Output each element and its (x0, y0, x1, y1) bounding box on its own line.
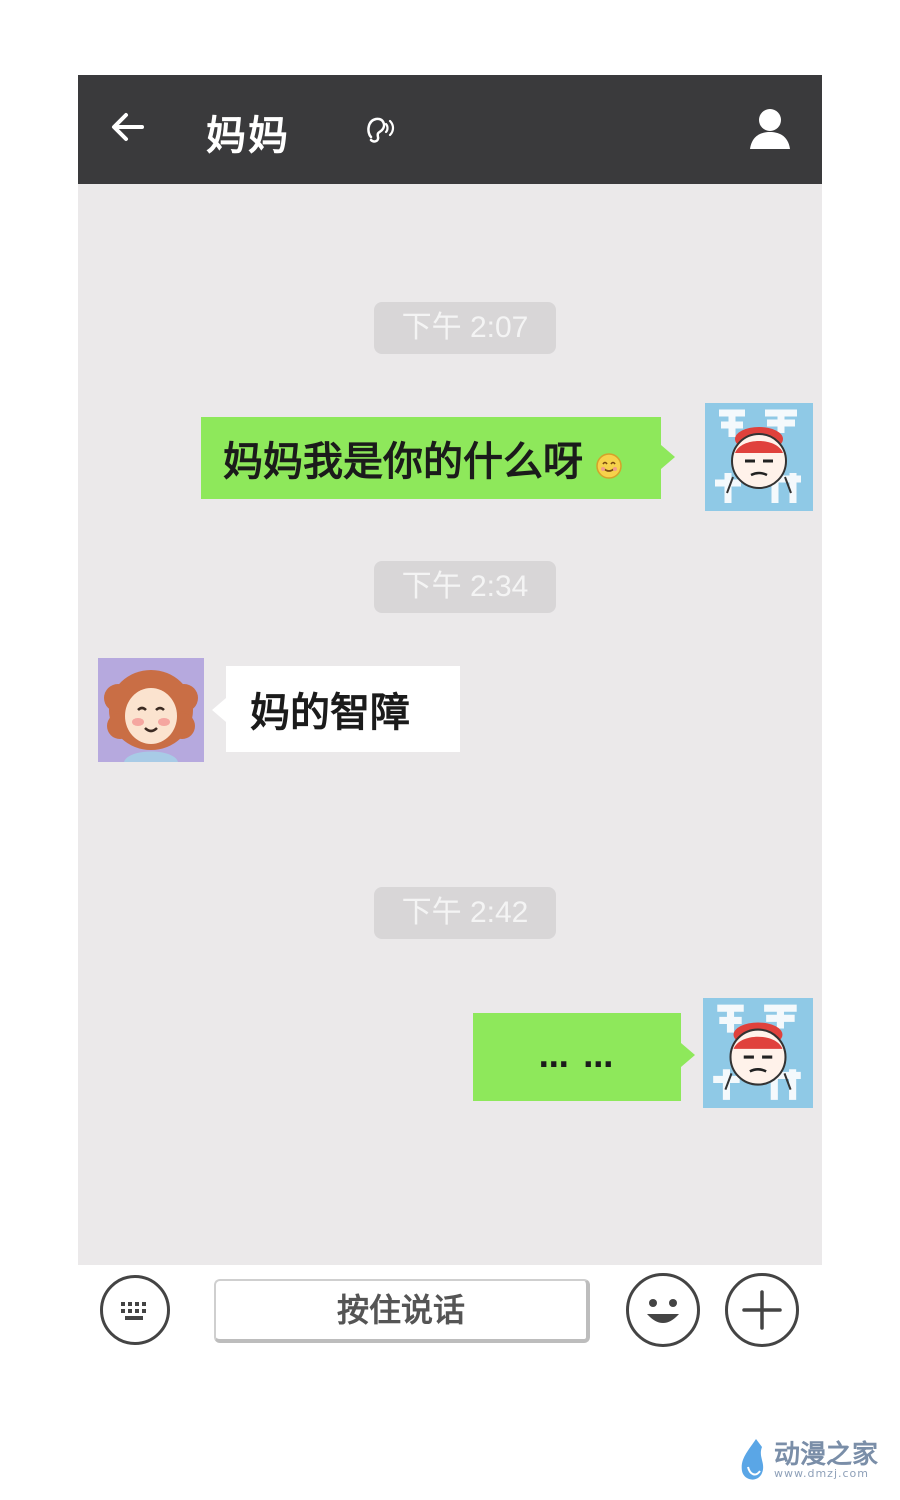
emoji-face-icon[interactable] (626, 1273, 700, 1347)
bubble-tail (661, 445, 675, 469)
message-text: … … (538, 1039, 616, 1075)
chat-header: 妈妈 (78, 75, 822, 184)
timestamp: 下午 2:34 (374, 561, 556, 613)
user-avatar[interactable] (703, 998, 813, 1108)
watermark-name: 动漫之家 (774, 1440, 879, 1470)
sent-message-bubble[interactable]: … … (473, 1013, 681, 1101)
user-avatar[interactable] (705, 403, 813, 511)
smile-emoji-icon (595, 444, 623, 479)
received-message-bubble[interactable]: 妈的智障 (226, 666, 460, 752)
message-text: 妈的智障 (250, 690, 410, 736)
chat-screen: 妈妈 下午 2:07 妈妈我是你的什么呀 下午 2:34 妈的智障 下午 2:4… (78, 75, 822, 1265)
timestamp: 下午 2:07 (374, 302, 556, 354)
chat-title: 妈妈 (206, 113, 290, 159)
keyboard-icon[interactable] (100, 1275, 170, 1345)
watermark-url: www.dmzj.com (774, 1467, 869, 1480)
watermark: 动漫之家 www.dmzj.com (738, 1436, 878, 1486)
back-arrow-icon[interactable] (108, 107, 148, 147)
sent-message-bubble[interactable]: 妈妈我是你的什么呀 (201, 417, 661, 499)
watermark-logo-icon (738, 1437, 768, 1485)
timestamp: 下午 2:42 (374, 887, 556, 939)
bubble-tail (212, 698, 226, 722)
bubble-tail (681, 1043, 695, 1067)
contact-avatar[interactable] (98, 658, 204, 762)
earpiece-mode-icon (363, 113, 397, 147)
hold-to-talk-button[interactable]: 按住说话 (214, 1279, 590, 1343)
message-text: 妈妈我是你的什么呀 (223, 439, 583, 485)
input-bar: 按住说话 (78, 1265, 822, 1365)
person-icon[interactable] (746, 105, 794, 153)
plus-icon[interactable] (725, 1273, 799, 1347)
